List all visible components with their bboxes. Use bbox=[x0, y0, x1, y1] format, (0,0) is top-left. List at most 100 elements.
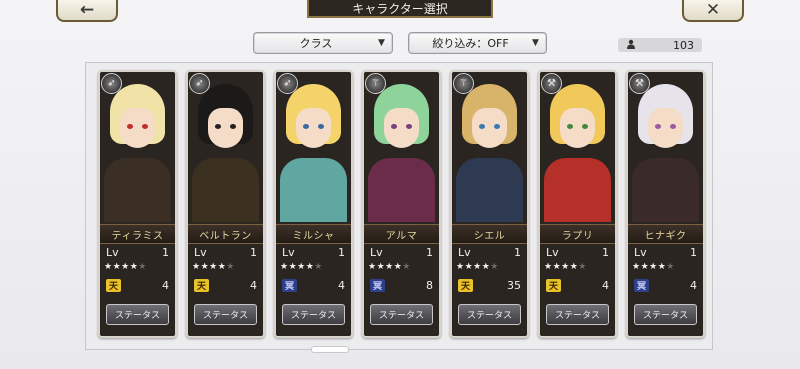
character-card[interactable]: ➶ ミルシャ Lv 1 ★★★★★ 冥 4 ステータス bbox=[274, 70, 353, 338]
attribute-value: 8 bbox=[426, 279, 433, 292]
rarity-stars: ★★★★★ bbox=[632, 262, 699, 274]
attribute-row: 冥 4 bbox=[280, 279, 347, 293]
attribute-row: 天 4 bbox=[104, 279, 171, 293]
filled-stars: ★★★★ bbox=[192, 262, 227, 272]
empty-star: ★ bbox=[314, 262, 323, 272]
character-count: 103 bbox=[618, 38, 702, 52]
attribute-row: 冥 8 bbox=[368, 279, 435, 293]
back-arrow-icon: ← bbox=[79, 0, 95, 20]
attribute-badge-icon: 冥 bbox=[282, 279, 297, 292]
bow-icon: ➶ bbox=[277, 73, 298, 94]
close-button[interactable]: ✕ bbox=[682, 0, 744, 22]
class-dropdown[interactable]: クラス ▼ bbox=[253, 32, 393, 54]
character-card[interactable]: ⚒ ラプリ Lv 1 ★★★★★ 天 4 ステータス bbox=[538, 70, 617, 338]
level-value: 1 bbox=[338, 246, 345, 259]
level-value: 1 bbox=[250, 246, 257, 259]
character-card[interactable]: ➶ ベルトラン Lv 1 ★★★★★ 天 4 ステータス bbox=[186, 70, 265, 338]
empty-star: ★ bbox=[138, 262, 147, 272]
attribute-badge-icon: 天 bbox=[458, 279, 473, 292]
filter-dropdown-label: 絞り込み：OFF bbox=[432, 37, 509, 50]
level-row: Lv 1 bbox=[544, 246, 611, 260]
character-name: ヒナギク bbox=[628, 224, 703, 244]
character-portrait bbox=[628, 72, 703, 222]
staff-icon: ⚚ bbox=[453, 73, 474, 94]
character-card[interactable]: ➶ ティラミス Lv 1 ★★★★★ 天 4 ステータス bbox=[98, 70, 177, 338]
back-button[interactable]: ← bbox=[56, 0, 118, 22]
bow-icon: ➶ bbox=[101, 73, 122, 94]
level-value: 1 bbox=[690, 246, 697, 259]
level-value: 1 bbox=[602, 246, 609, 259]
hammer-icon: ⚒ bbox=[541, 73, 562, 94]
level-label: Lv bbox=[634, 246, 647, 259]
level-label: Lv bbox=[458, 246, 471, 259]
attribute-value: 4 bbox=[338, 279, 345, 292]
chevron-down-icon: ▼ bbox=[532, 38, 539, 48]
level-label: Lv bbox=[546, 246, 559, 259]
empty-star: ★ bbox=[490, 262, 499, 272]
page-title: キャラクター選択 bbox=[307, 0, 493, 18]
character-name: ラプリ bbox=[540, 224, 615, 244]
character-portrait bbox=[188, 72, 263, 222]
empty-star: ★ bbox=[402, 262, 411, 272]
character-count-value: 103 bbox=[673, 38, 694, 52]
filled-stars: ★★★★ bbox=[104, 262, 139, 272]
level-label: Lv bbox=[194, 246, 207, 259]
rarity-stars: ★★★★★ bbox=[544, 262, 611, 274]
attribute-badge-icon: 天 bbox=[194, 279, 209, 292]
bow-icon: ➶ bbox=[189, 73, 210, 94]
hammer-icon: ⚒ bbox=[629, 73, 650, 94]
empty-star: ★ bbox=[666, 262, 675, 272]
character-name: ティラミス bbox=[100, 224, 175, 244]
character-card[interactable]: ⚚ アルマ Lv 1 ★★★★★ 冥 8 ステータス bbox=[362, 70, 441, 338]
filled-stars: ★★★★ bbox=[368, 262, 403, 272]
status-button[interactable]: ステータス bbox=[458, 304, 521, 325]
status-button[interactable]: ステータス bbox=[546, 304, 609, 325]
empty-star: ★ bbox=[226, 262, 235, 272]
attribute-value: 4 bbox=[602, 279, 609, 292]
attribute-badge-icon: 冥 bbox=[634, 279, 649, 292]
level-value: 1 bbox=[426, 246, 433, 259]
rarity-stars: ★★★★★ bbox=[368, 262, 435, 274]
level-row: Lv 1 bbox=[456, 246, 523, 260]
filter-dropdown[interactable]: 絞り込み：OFF ▼ bbox=[408, 32, 547, 54]
character-name: アルマ bbox=[364, 224, 439, 244]
rarity-stars: ★★★★★ bbox=[456, 262, 523, 274]
level-label: Lv bbox=[282, 246, 295, 259]
rarity-stars: ★★★★★ bbox=[280, 262, 347, 274]
scroll-indicator[interactable] bbox=[311, 346, 349, 353]
character-name: ミルシャ bbox=[276, 224, 351, 244]
level-row: Lv 1 bbox=[368, 246, 435, 260]
character-name: シエル bbox=[452, 224, 527, 244]
character-portrait bbox=[276, 72, 351, 222]
filled-stars: ★★★★ bbox=[456, 262, 491, 272]
attribute-row: 天 35 bbox=[456, 279, 523, 293]
character-card[interactable]: ⚚ シエル Lv 1 ★★★★★ 天 35 ステータス bbox=[450, 70, 529, 338]
level-row: Lv 1 bbox=[632, 246, 699, 260]
level-label: Lv bbox=[370, 246, 383, 259]
attribute-value: 4 bbox=[690, 279, 697, 292]
chevron-down-icon: ▼ bbox=[378, 38, 385, 48]
level-row: Lv 1 bbox=[280, 246, 347, 260]
attribute-badge-icon: 天 bbox=[106, 279, 121, 292]
attribute-value: 35 bbox=[507, 279, 521, 292]
character-card[interactable]: ⚒ ヒナギク Lv 1 ★★★★★ 冥 4 ステータス bbox=[626, 70, 705, 338]
character-portrait bbox=[100, 72, 175, 222]
status-button[interactable]: ステータス bbox=[282, 304, 345, 325]
empty-star: ★ bbox=[578, 262, 587, 272]
attribute-badge-icon: 天 bbox=[546, 279, 561, 292]
character-portrait bbox=[540, 72, 615, 222]
attribute-value: 4 bbox=[162, 279, 169, 292]
rarity-stars: ★★★★★ bbox=[104, 262, 171, 274]
character-name: ベルトラン bbox=[188, 224, 263, 244]
status-button[interactable]: ステータス bbox=[634, 304, 697, 325]
character-portrait bbox=[452, 72, 527, 222]
attribute-row: 天 4 bbox=[544, 279, 611, 293]
person-icon bbox=[618, 39, 644, 52]
status-button[interactable]: ステータス bbox=[194, 304, 257, 325]
status-button[interactable]: ステータス bbox=[106, 304, 169, 325]
character-portrait bbox=[364, 72, 439, 222]
rarity-stars: ★★★★★ bbox=[192, 262, 259, 274]
status-button[interactable]: ステータス bbox=[370, 304, 433, 325]
level-row: Lv 1 bbox=[192, 246, 259, 260]
level-value: 1 bbox=[162, 246, 169, 259]
